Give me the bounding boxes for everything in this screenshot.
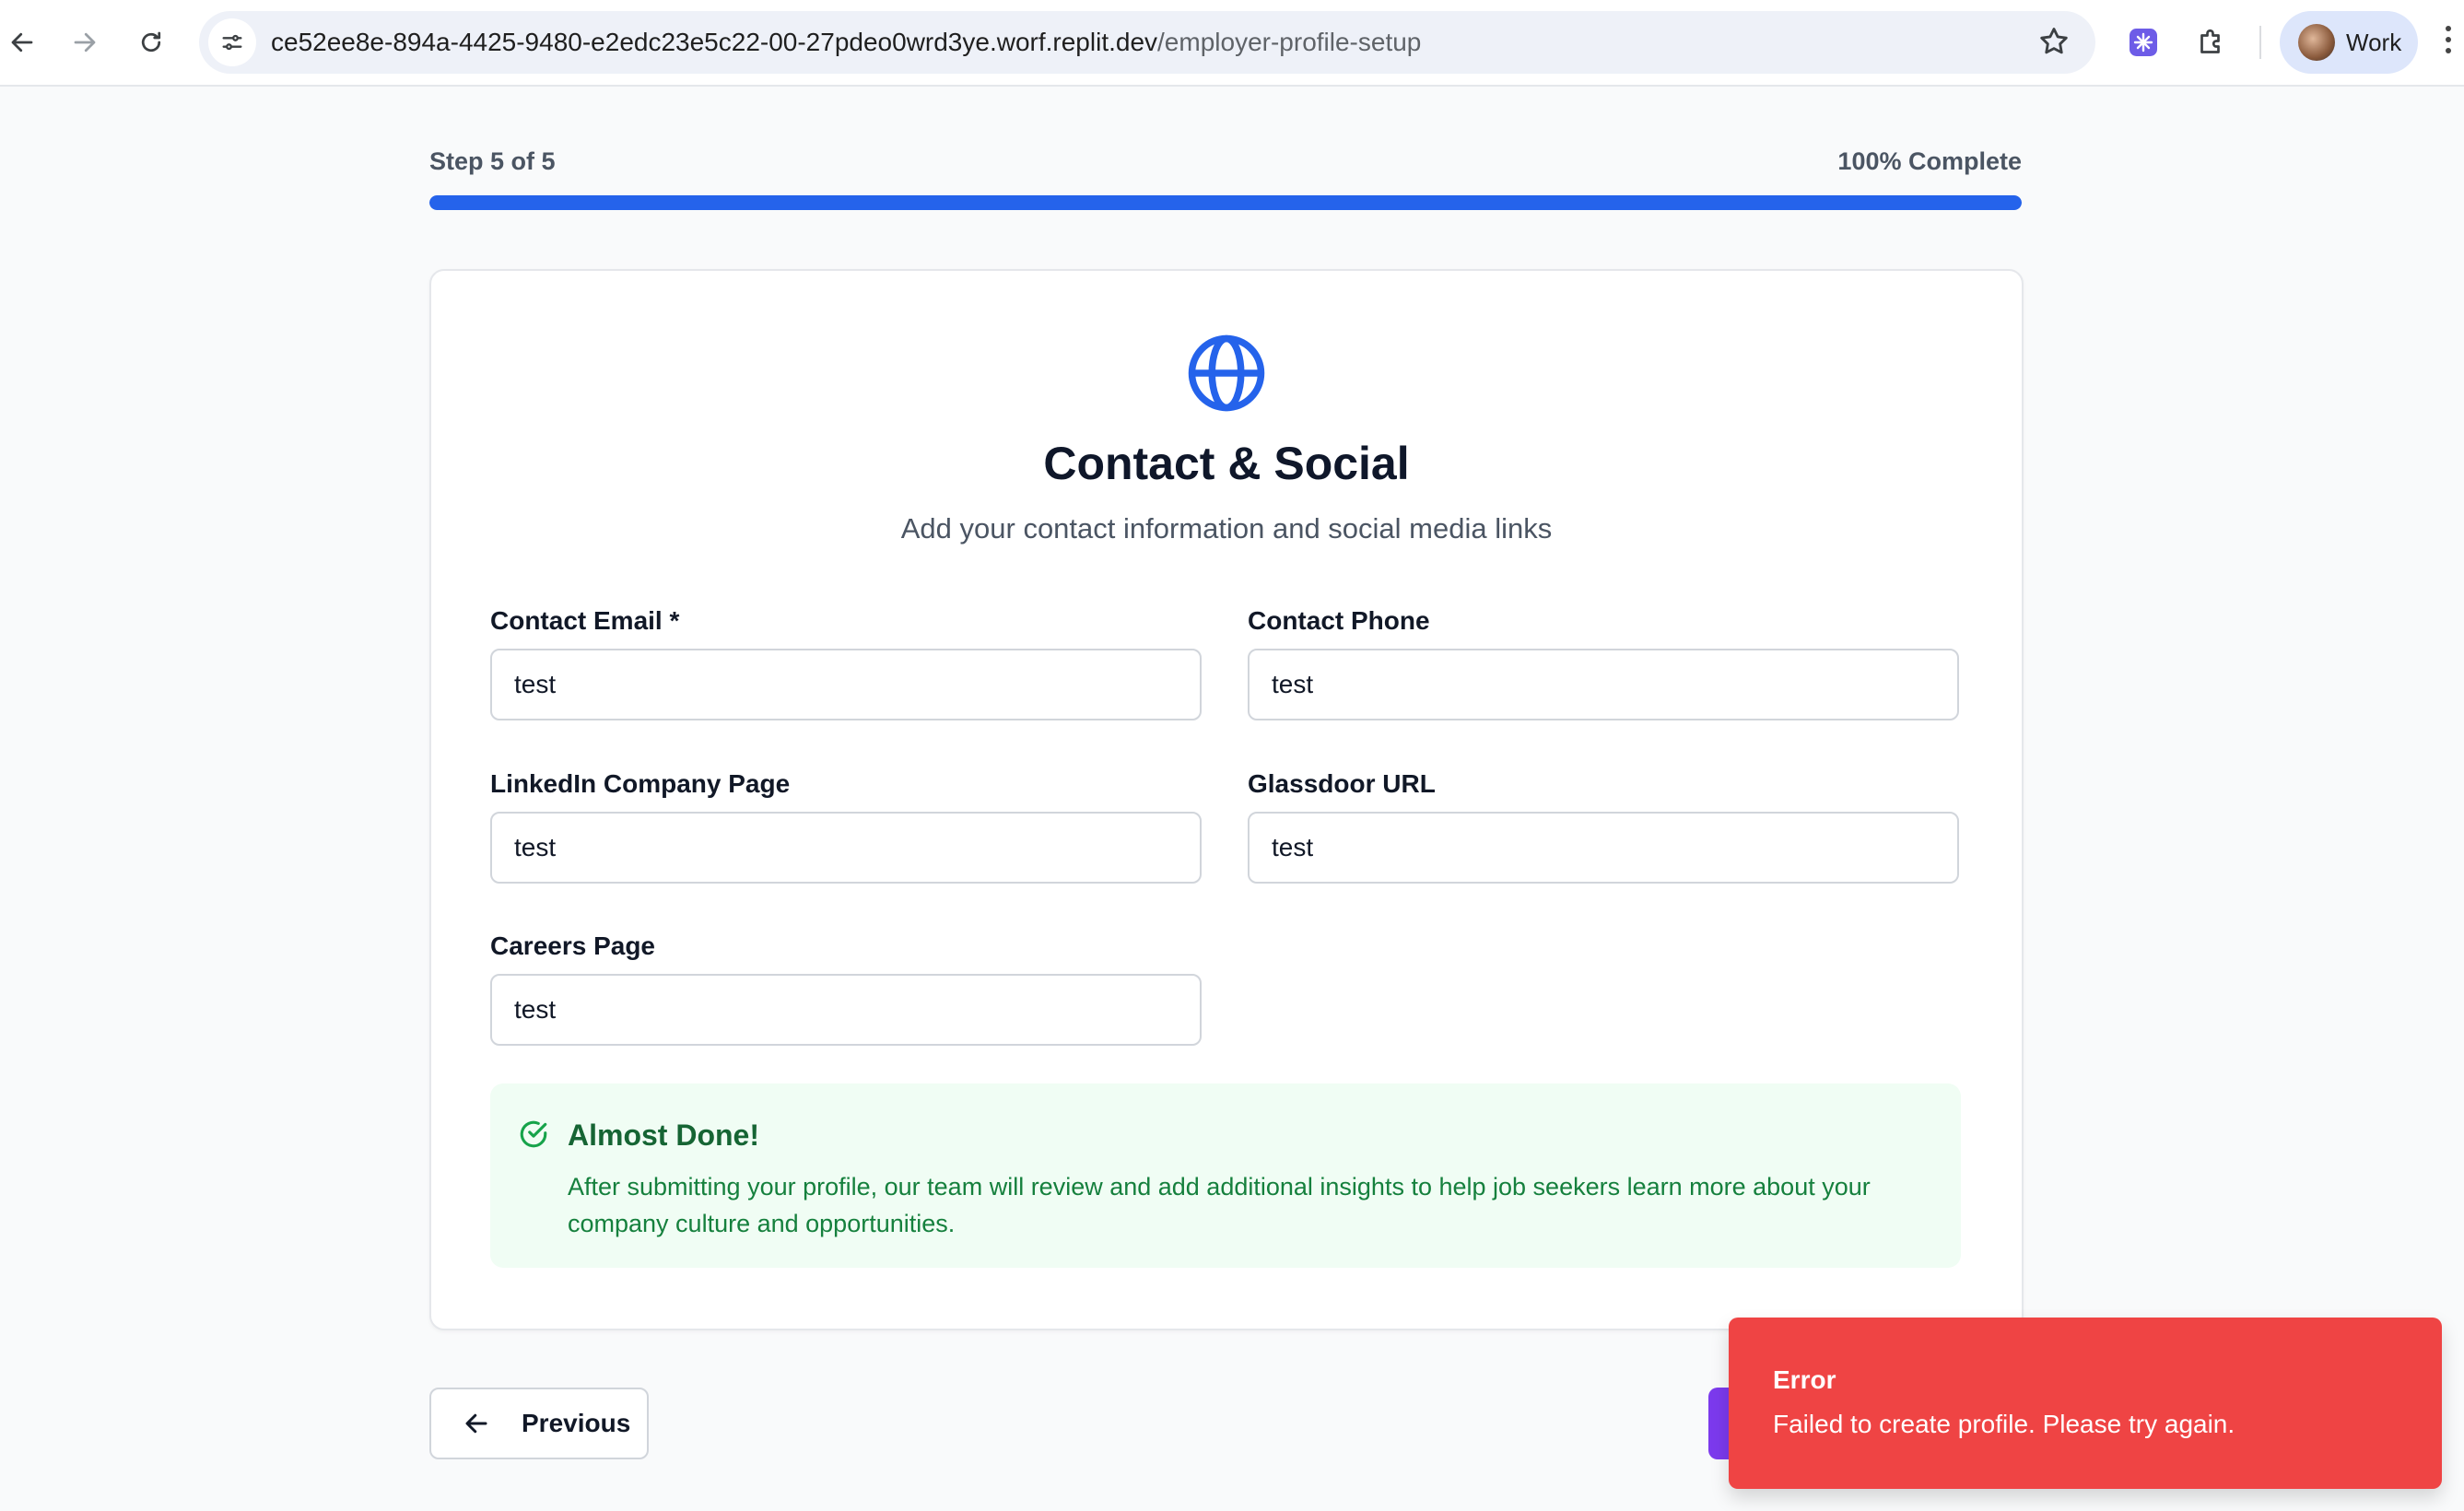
previous-button-label: Previous bbox=[522, 1409, 631, 1437]
arrow-left-icon bbox=[11, 32, 33, 53]
extension-app-icon bbox=[2130, 29, 2157, 56]
linkedin-field: LinkedIn Company Page test bbox=[490, 766, 1203, 884]
notice-body: After submitting your profile, our team … bbox=[568, 1173, 1871, 1237]
careers-label: Careers Page bbox=[490, 931, 656, 960]
progress-bar-fill bbox=[429, 195, 2022, 210]
glassdoor-field: Glassdoor URL test bbox=[1248, 766, 1961, 884]
arrow-right-icon bbox=[74, 32, 96, 53]
error-toast[interactable]: Error Failed to create profile. Please t… bbox=[1729, 1318, 2442, 1489]
contact-phone-input[interactable]: test bbox=[1248, 649, 1959, 720]
careers-field: Careers Page test bbox=[490, 928, 1203, 1046]
reload-button[interactable] bbox=[129, 20, 173, 64]
contact-phone-field: Contact Phone test bbox=[1248, 603, 1961, 720]
progress-bar bbox=[429, 195, 2022, 210]
puzzle-icon bbox=[2200, 29, 2220, 53]
url-text: ce52ee8e-894a-4425-9480-e2edc23e5c22-00-… bbox=[271, 28, 1421, 57]
reload-icon bbox=[141, 31, 161, 53]
glassdoor-label: Glassdoor URL bbox=[1248, 769, 1436, 798]
arrow-left-icon bbox=[465, 1413, 487, 1434]
contact-phone-label: Contact Phone bbox=[1248, 606, 1430, 635]
almost-done-notice: Almost Done! After submitting your profi… bbox=[490, 1083, 1961, 1268]
check-circle-icon bbox=[520, 1120, 547, 1148]
address-bar[interactable]: ce52ee8e-894a-4425-9480-e2edc23e5c22-00-… bbox=[199, 11, 2095, 74]
contact-email-field: Contact Email * test bbox=[490, 603, 1203, 720]
globe-icon bbox=[1188, 334, 1265, 412]
extension-button[interactable] bbox=[2121, 20, 2165, 64]
forward-button[interactable] bbox=[63, 20, 107, 64]
previous-button[interactable]: Previous bbox=[429, 1388, 649, 1459]
extensions-menu-button[interactable] bbox=[2189, 20, 2234, 64]
careers-input[interactable]: test bbox=[490, 974, 1202, 1046]
site-info-button[interactable] bbox=[208, 18, 256, 66]
notice-title: Almost Done! bbox=[568, 1119, 759, 1152]
bookmark-button[interactable] bbox=[2036, 24, 2071, 64]
profile-button[interactable]: Work bbox=[2280, 11, 2418, 74]
contact-social-card: Contact & Social Add your contact inform… bbox=[429, 269, 2024, 1330]
profile-label: Work bbox=[2346, 28, 2402, 56]
linkedin-label: LinkedIn Company Page bbox=[490, 769, 791, 798]
browser-toolbar: ce52ee8e-894a-4425-9480-e2edc23e5c22-00-… bbox=[0, 0, 2464, 87]
step-indicator: Step 5 of 5 bbox=[429, 147, 556, 175]
back-button[interactable] bbox=[0, 20, 44, 64]
glassdoor-input[interactable]: test bbox=[1248, 812, 1959, 884]
contact-email-input[interactable]: test bbox=[490, 649, 1202, 720]
browser-menu-button[interactable] bbox=[2444, 26, 2453, 63]
toast-message: Failed to create profile. Please try aga… bbox=[1773, 1410, 2235, 1438]
linkedin-input[interactable]: test bbox=[490, 812, 1202, 884]
tune-icon bbox=[222, 34, 242, 51]
url-path: /employer-profile-setup bbox=[1157, 28, 1422, 56]
star-icon bbox=[2040, 28, 2068, 54]
progress-percent-label: 100% Complete bbox=[1837, 147, 2022, 175]
avatar bbox=[2298, 24, 2335, 61]
page-title: Contact & Social bbox=[1043, 438, 1410, 489]
toolbar-divider bbox=[2259, 26, 2261, 59]
contact-email-label: Contact Email * bbox=[490, 606, 680, 635]
page-subtitle: Add your contact information and social … bbox=[900, 512, 1553, 545]
toast-title: Error bbox=[1773, 1365, 1836, 1394]
url-host: ce52ee8e-894a-4425-9480-e2edc23e5c22-00-… bbox=[271, 28, 1158, 56]
